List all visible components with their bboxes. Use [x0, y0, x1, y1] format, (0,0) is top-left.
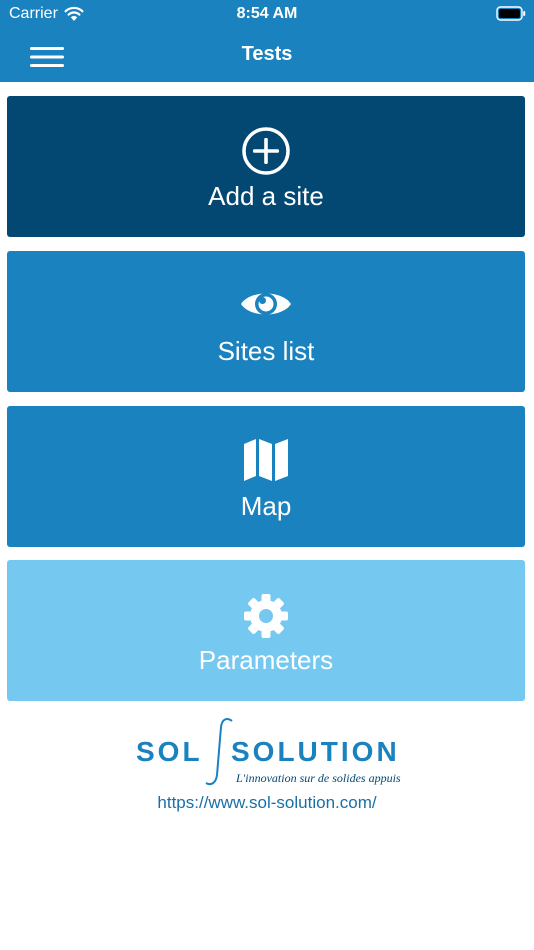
battery-icon [496, 6, 526, 21]
eye-icon [241, 293, 291, 315]
sites-list-label: Sites list [217, 336, 315, 366]
app-header: Carrier 8:54 AM Tests [0, 0, 534, 82]
plus-circle-icon [242, 127, 290, 175]
gear-icon-wrap [7, 593, 525, 639]
add-site-button[interactable]: Add a site [7, 96, 525, 237]
logo-tagline: L'innovation sur de solides appuis [236, 771, 401, 785]
add-site-label: Add a site [208, 181, 324, 211]
logo-word-sol: SOL [136, 736, 203, 767]
map-button[interactable]: Map [7, 406, 525, 547]
plus-circle-icon-wrap [7, 126, 525, 176]
map-icon [244, 439, 288, 481]
sites-list-button[interactable]: Sites list [7, 251, 525, 392]
page-title: Tests [241, 43, 293, 65]
eye-icon-wrap [7, 287, 525, 321]
company-logo: SOL SOLUTION L'innovation sur de solides… [136, 717, 401, 787]
logo-word-solution: SOLUTION [231, 736, 400, 767]
parameters-label: Parameters [198, 645, 334, 675]
status-bar: Carrier 8:54 AM [0, 0, 534, 28]
navigation-bar: Tests [0, 36, 534, 76]
gear-icon [244, 594, 288, 638]
status-time: 8:54 AM [236, 5, 298, 22]
website-link[interactable]: https://www.sol-solution.com/ [0, 793, 534, 813]
parameters-button[interactable]: Parameters [7, 560, 525, 701]
map-label: Map [240, 491, 292, 521]
map-icon-wrap [7, 436, 525, 482]
